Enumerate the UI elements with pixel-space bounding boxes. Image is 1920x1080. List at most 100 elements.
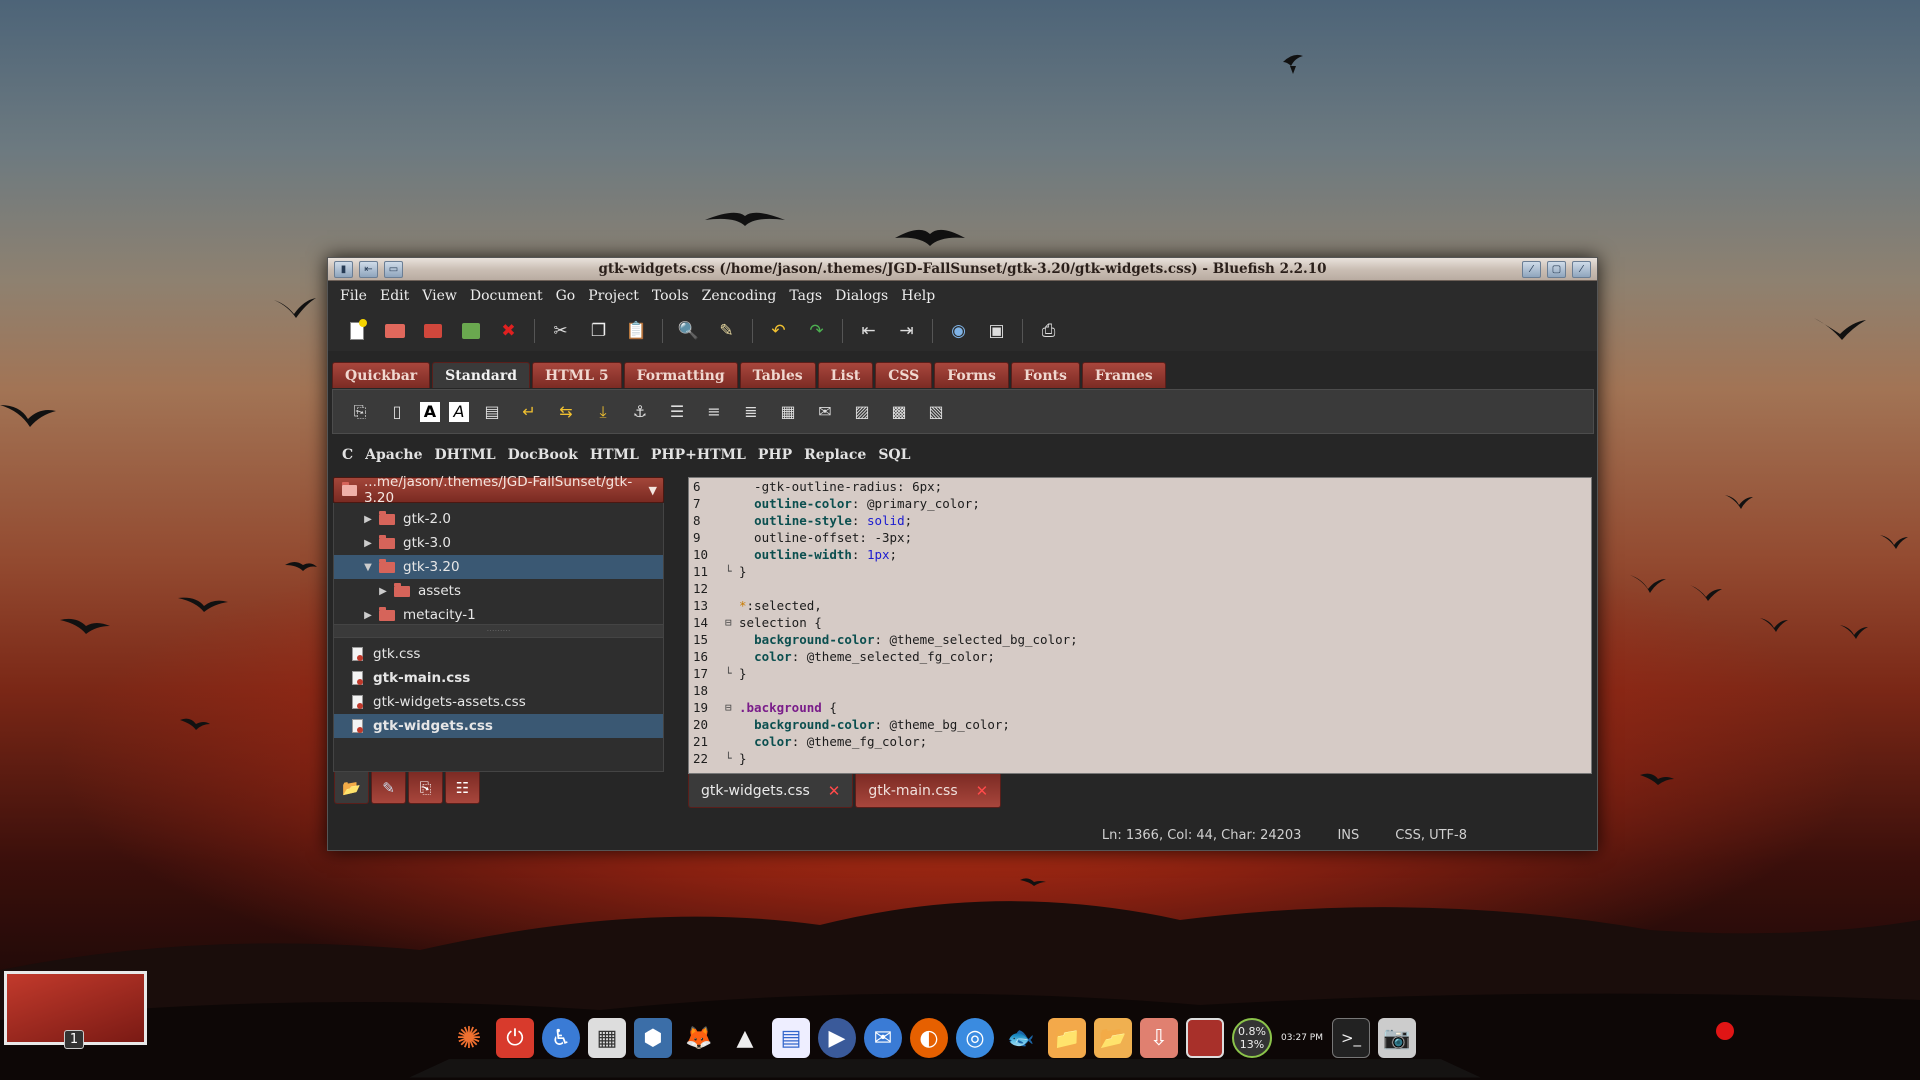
tab-fonts[interactable]: Fonts	[1010, 362, 1080, 388]
break-clear-icon[interactable]: ⇆	[552, 398, 580, 426]
submenu-php-html[interactable]: PHP+HTML	[651, 447, 746, 463]
tab-forms[interactable]: Forms	[934, 362, 1009, 388]
cut-icon[interactable]: ✂	[546, 317, 575, 346]
file-row[interactable]: gtk.css	[334, 642, 663, 666]
menu-edit[interactable]: Edit	[380, 288, 417, 304]
multi-thumbnail-icon[interactable]: ▧	[922, 398, 950, 426]
document-tab[interactable]: gtk-widgets.css ✕	[688, 774, 854, 808]
tab-list[interactable]: List	[817, 362, 874, 388]
tab-tables[interactable]: Tables	[739, 362, 816, 388]
submenu-php[interactable]: PHP	[758, 447, 792, 463]
tree-row[interactable]: ▶ metacity-1	[334, 603, 663, 627]
bluefish-icon[interactable]: 🐟	[1002, 1018, 1040, 1058]
replace-icon[interactable]: ✎	[712, 317, 741, 346]
break-icon[interactable]: ↵	[515, 398, 543, 426]
quickstart-icon[interactable]: ⎘	[346, 398, 374, 426]
undo-icon[interactable]: ↶	[764, 317, 793, 346]
file-row[interactable]: gtk-main.css	[334, 666, 663, 690]
clock[interactable]: 03:27 PM	[1280, 1033, 1324, 1043]
print-icon[interactable]: ⎙	[1034, 317, 1063, 346]
anchor-icon[interactable]: ⚓	[626, 398, 654, 426]
downloads-folder-icon[interactable]: ⇩	[1140, 1018, 1178, 1058]
expander-icon[interactable]: ▶	[361, 610, 375, 621]
tree-row[interactable]: ▶ assets	[334, 579, 663, 603]
code-line[interactable]: 6 -gtk-outline-radius: 6px;	[689, 478, 1591, 495]
code-line[interactable]: 9 outline-offset: -3px;	[689, 529, 1591, 546]
menu-tools[interactable]: Tools	[652, 288, 697, 304]
submenu-sql[interactable]: SQL	[878, 447, 910, 463]
tab-frames[interactable]: Frames	[1081, 362, 1166, 388]
terminal-icon[interactable]: >_	[1332, 1018, 1370, 1058]
save-icon[interactable]	[418, 317, 447, 346]
close-tab-icon[interactable]: ✕	[828, 782, 841, 800]
expander-icon[interactable]: ▶	[361, 538, 375, 549]
power-icon[interactable]: ⏻	[496, 1018, 534, 1058]
close-icon[interactable]: ✖	[494, 317, 523, 346]
submenu-docbook[interactable]: DocBook	[508, 447, 578, 463]
close-tab-icon[interactable]: ✕	[976, 782, 989, 800]
code-line[interactable]: 19 ⊟ .background {	[689, 699, 1591, 716]
image-icon[interactable]: ▨	[848, 398, 876, 426]
unindent-icon[interactable]: ⇤	[854, 317, 883, 346]
fullscreen-icon[interactable]: ▣	[982, 317, 1011, 346]
fold-marker-icon[interactable]: └	[725, 565, 739, 578]
code-line[interactable]: 18	[689, 682, 1591, 699]
code-line[interactable]: 12	[689, 580, 1591, 597]
title-bar[interactable]: ▮ ⇤ ▭ gtk-widgets.css (/home/jason/.them…	[328, 258, 1597, 281]
body-icon[interactable]: ▯	[383, 398, 411, 426]
tab-standard[interactable]: Standard	[432, 362, 531, 388]
screenshot-icon[interactable]: 📷	[1378, 1018, 1416, 1058]
center-icon[interactable]: ≡	[700, 398, 728, 426]
gimp-icon[interactable]: 🦊	[680, 1018, 718, 1058]
code-line[interactable]: 20 background-color: @theme_bg_color;	[689, 716, 1591, 733]
bold-icon[interactable]: A	[420, 401, 440, 422]
right-justify-icon[interactable]: ≣	[737, 398, 765, 426]
menu-help[interactable]: Help	[901, 288, 943, 304]
window-menu-icon[interactable]: ▮	[334, 261, 353, 278]
text-editor-icon[interactable]: ▤	[772, 1018, 810, 1058]
fold-marker-icon[interactable]: ⊟	[725, 701, 739, 714]
menu-view[interactable]: View	[422, 288, 465, 304]
ubuntu-logo-icon[interactable]: ✺	[450, 1018, 488, 1058]
file-row[interactable]: gtk-widgets.css	[334, 714, 663, 738]
documents-folder-icon[interactable]: 📂	[1094, 1018, 1132, 1058]
virtualbox-icon[interactable]: ⬢	[634, 1018, 672, 1058]
submenu-c[interactable]: C	[342, 447, 353, 463]
open-icon[interactable]	[380, 317, 409, 346]
minimize-icon[interactable]: ⁄	[1522, 261, 1541, 278]
maximize-icon[interactable]: ▢	[1547, 261, 1566, 278]
copy-icon[interactable]: ❐	[584, 317, 613, 346]
file-row[interactable]: gtk-widgets-assets.css	[334, 690, 663, 714]
indent-icon[interactable]: ⇥	[892, 317, 921, 346]
bluefish-window-icon[interactable]	[1186, 1018, 1224, 1058]
inkscape-icon[interactable]: ▲	[726, 1018, 764, 1058]
stick-icon[interactable]: ▭	[384, 261, 403, 278]
shade-icon[interactable]: ⇤	[359, 261, 378, 278]
tree-row[interactable]: ▶ gtk-2.0	[334, 507, 663, 531]
code-editor[interactable]: 6 -gtk-outline-radius: 6px; 7 outline-col…	[688, 477, 1592, 774]
paragraph-icon[interactable]: ▤	[478, 398, 506, 426]
tab-quickbar[interactable]: Quickbar	[332, 362, 431, 388]
menu-project[interactable]: Project	[588, 288, 647, 304]
italic-icon[interactable]: A	[449, 401, 469, 422]
paste-icon[interactable]: 📋	[622, 317, 651, 346]
submenu-dhtml[interactable]: DHTML	[435, 447, 496, 463]
code-line[interactable]: 13 *:selected,	[689, 597, 1591, 614]
menu-file[interactable]: File	[340, 288, 375, 304]
close-window-icon[interactable]: ⁄	[1572, 261, 1591, 278]
find-icon[interactable]: 🔍	[674, 317, 703, 346]
code-line[interactable]: 10 outline-width: 1px;	[689, 546, 1591, 563]
insert-mode[interactable]: INS	[1337, 828, 1359, 843]
media-player-icon[interactable]: ▶	[818, 1018, 856, 1058]
firefox-icon[interactable]: ◐	[910, 1018, 948, 1058]
code-line[interactable]: 11 └}	[689, 563, 1591, 580]
notification-icon[interactable]	[1716, 1022, 1734, 1040]
tab-formatting[interactable]: Formatting	[623, 362, 738, 388]
home-folder-icon[interactable]: 📁	[1048, 1018, 1086, 1058]
menu-go[interactable]: Go	[556, 288, 584, 304]
file-encoding[interactable]: CSS, UTF-8	[1395, 828, 1467, 843]
pane-resize-handle[interactable]: ⋯⋯⋯	[333, 625, 664, 637]
new-file-icon[interactable]	[342, 317, 371, 346]
comment-icon[interactable]: ▦	[774, 398, 802, 426]
menu-tags[interactable]: Tags	[789, 288, 830, 304]
